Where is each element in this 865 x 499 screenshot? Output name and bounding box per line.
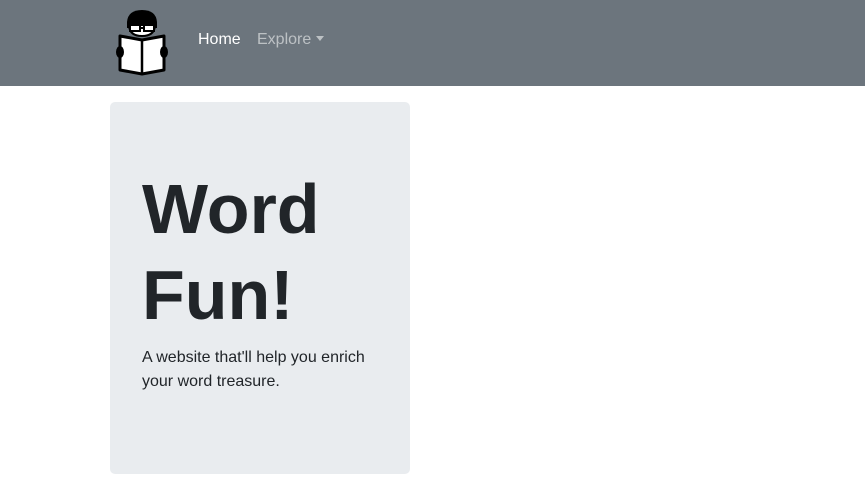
hero-jumbotron: Word Fun! A website that'll help you enri…	[110, 102, 410, 474]
hero-title-line2: Fun!	[142, 256, 294, 334]
nav-explore-label: Explore	[257, 31, 312, 48]
nav-explore-dropdown[interactable]: Explore	[257, 30, 325, 50]
hero-title: Word Fun!	[142, 166, 392, 338]
hero-title-line1: Word	[142, 170, 320, 248]
top-navbar: Home Explore	[0, 0, 865, 86]
reader-with-book-icon[interactable]	[114, 6, 170, 76]
hero-lead-text: A website that'll help you enrich your w…	[142, 349, 365, 390]
caret-down-icon	[316, 36, 325, 41]
nav-home-link[interactable]: Home	[198, 30, 241, 50]
